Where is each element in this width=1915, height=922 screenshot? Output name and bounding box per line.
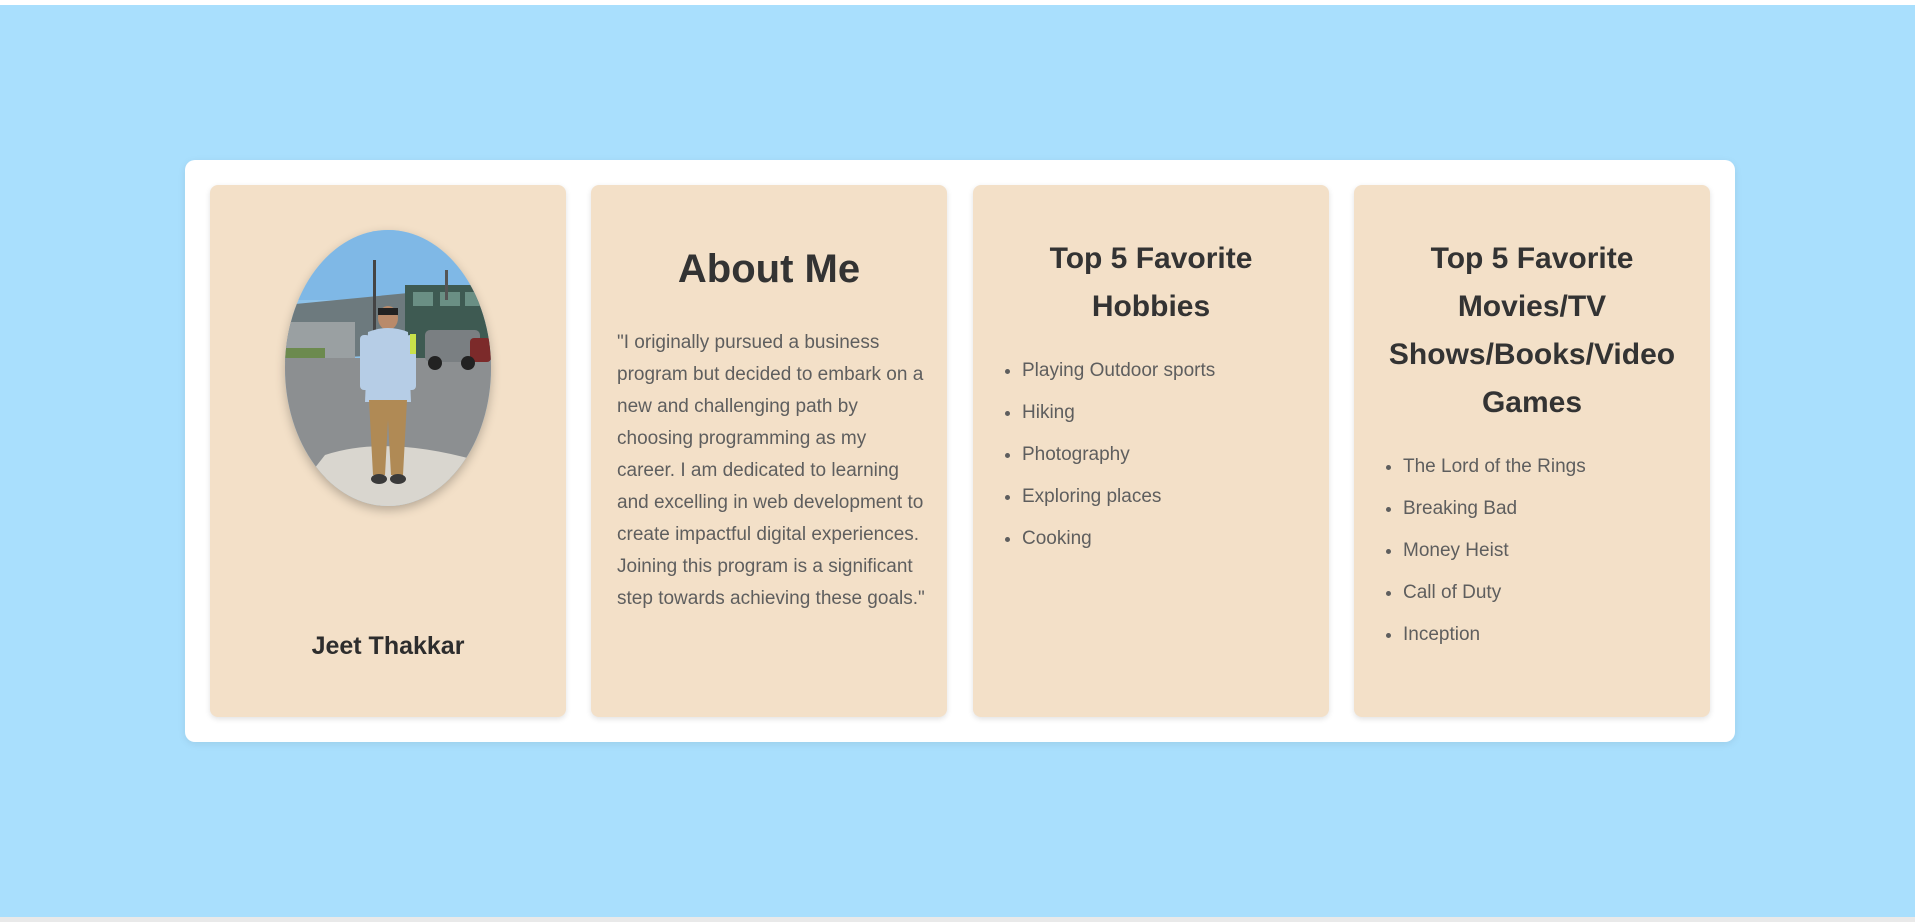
hobbies-list: Playing Outdoor sports Hiking Photograph… (997, 350, 1215, 560)
profile-photo-image (285, 230, 491, 506)
favorites-card: Top 5 Favorite Movies/TV Shows/Books/Vid… (1354, 185, 1710, 717)
list-item: Cooking (1022, 518, 1215, 560)
profile-name: Jeet Thakkar (311, 632, 465, 660)
about-text: "I originally pursued a business program… (617, 332, 925, 609)
window-bottom-edge (0, 917, 1915, 922)
profile-photo (285, 230, 491, 506)
list-item: Call of Duty (1403, 572, 1586, 614)
list-item: Breaking Bad (1403, 488, 1586, 530)
favorites-title: Top 5 Favorite Movies/TV Shows/Books/Vid… (1388, 242, 1676, 419)
list-item: Exploring places (1022, 476, 1215, 518)
profile-card: Jeet Thakkar (210, 185, 566, 717)
profile-container: Jeet Thakkar About Me "I originally purs… (185, 160, 1735, 742)
list-item: Inception (1403, 614, 1586, 656)
about-card: About Me "I originally pursued a busines… (591, 185, 947, 717)
list-item: Photography (1022, 434, 1215, 476)
list-item: The Lord of the Rings (1403, 446, 1586, 488)
about-title: About Me (677, 247, 861, 291)
list-item: Hiking (1022, 392, 1215, 434)
hobbies-title: Top 5 Favorite Hobbies (1049, 242, 1253, 323)
hobbies-card: Top 5 Favorite Hobbies Playing Outdoor s… (973, 185, 1329, 717)
list-item: Money Heist (1403, 530, 1586, 572)
favorites-list: The Lord of the Rings Breaking Bad Money… (1378, 446, 1586, 656)
list-item: Playing Outdoor sports (1022, 350, 1215, 392)
